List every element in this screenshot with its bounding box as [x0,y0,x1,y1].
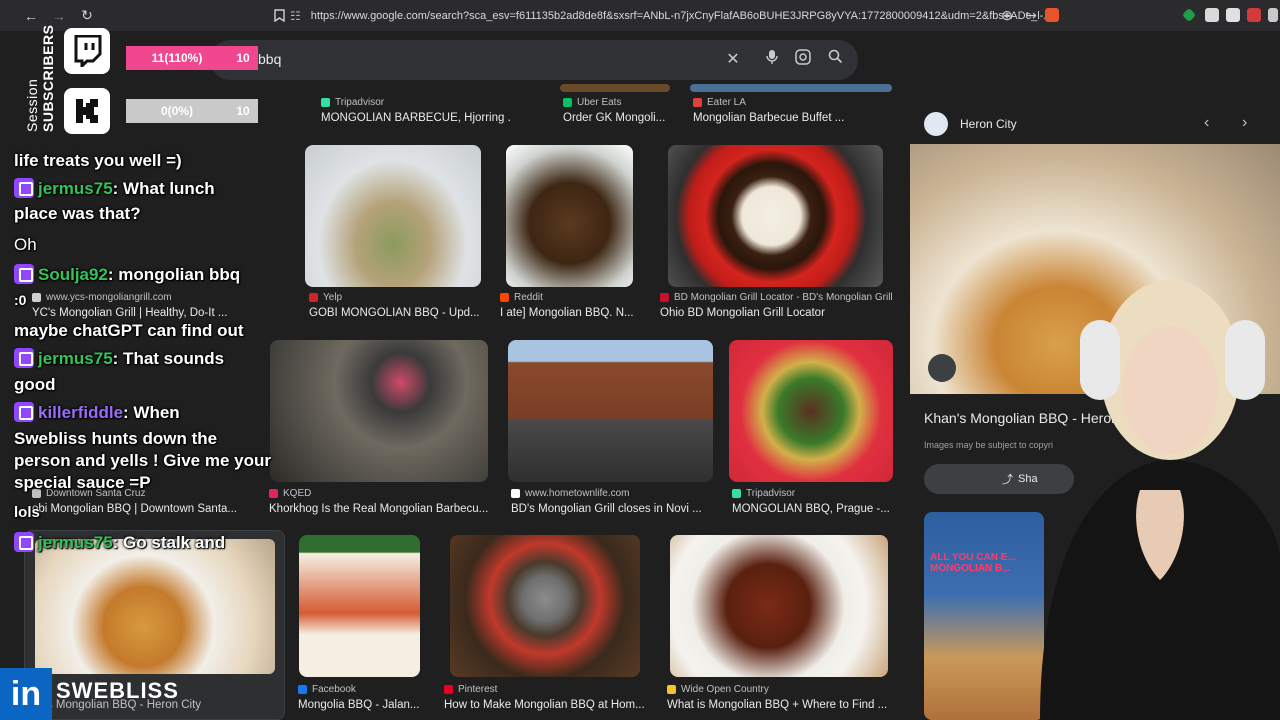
chat-message: life treats you well =) [14,151,182,170]
subscribers-label: SUBSCRIBERS [40,24,56,132]
result-caption[interactable]: GOBI MONGOLIAN BBQ - Upd... [309,307,481,319]
twitch-logo-icon [64,28,110,74]
result-image[interactable] [560,84,670,92]
extension-a-icon[interactable] [1205,8,1219,22]
bookmark-icon[interactable] [268,5,290,27]
clear-icon[interactable]: ✕ [722,49,744,71]
result-caption[interactable]: Ohio BD Mongolian Grill Locator [660,307,900,319]
result-image[interactable] [270,340,488,482]
result-source[interactable]: Facebook [298,684,356,695]
result-source[interactable]: Yelp [309,292,342,303]
result-source[interactable]: BD Mongolian Grill Locator - BD's Mongol… [660,292,893,303]
result-image[interactable] [690,84,892,92]
next-arrow-icon[interactable]: › [1242,114,1247,132]
result-image[interactable] [450,535,640,677]
subscriber-goal-count: 11(110%) [151,51,203,65]
result-caption[interactable]: obi Mongolian BBQ | Downtown Santa... [32,503,272,515]
lens-icon[interactable] [792,49,814,71]
chat-message: Oh [14,235,37,254]
result-image[interactable] [305,145,481,287]
result-image[interactable] [670,535,888,677]
result-caption[interactable]: MONGOLIAN BARBECUE, Hjorring ... [321,112,511,124]
back-icon[interactable]: ← [20,5,42,27]
linkedin-icon: in [0,668,52,720]
search-icon[interactable] [824,49,846,71]
microphone-icon[interactable] [761,49,783,71]
twitch-badge-icon [14,178,34,198]
twitch-badge-icon [14,532,34,552]
chat-message: special sauce =P [14,473,151,492]
subscriber-goal-target: 10 [236,51,250,65]
extension-grey-icon[interactable] [1226,8,1240,22]
result-caption[interactable]: Order GK Mongoli... [563,112,673,124]
webcam-overlay [1020,260,1280,720]
browser-toolbar: ← → ↻ ☷ https://www.google.com/search?sc… [0,0,1280,31]
previous-arrow-icon[interactable]: ‹ [1204,114,1209,132]
result-source[interactable]: www.ycs-mongoliangrill.com [32,292,172,303]
brave-shield-icon[interactable] [1045,8,1059,22]
address-bar[interactable]: ☷ https://www.google.com/search?sca_esv=… [290,5,1060,27]
chat-message: place was that? [14,204,141,223]
lens-search-icon[interactable] [928,354,956,382]
result-source[interactable]: Uber Eats [563,97,621,108]
result-source[interactable]: KQED [269,488,311,499]
session-goal-target: 10 [236,104,250,118]
result-caption[interactable]: BD's Mongolian Grill closes in Novi ... [511,503,711,515]
session-goal-bar: 0(0%) 10 [126,99,258,123]
chat-message: maybe chatGPT can find out [14,321,244,340]
result-caption[interactable]: Mongolia BBQ - Jalan... [298,699,428,711]
kick-logo-icon [64,88,110,134]
panel-site-name[interactable]: Heron City [960,117,1017,131]
result-caption[interactable]: Khorkhog Is the Real Mongolian Barbecu..… [269,503,489,515]
result-image[interactable] [299,535,420,677]
result-source[interactable]: Wide Open Country [667,684,769,695]
result-image[interactable] [508,340,713,482]
result-source[interactable]: www.hometownlife.com [511,488,629,499]
chat-message: killerfiddle: When [14,400,180,425]
session-goal-count: 0(0%) [160,104,193,118]
zoom-icon[interactable]: ⊕ [996,5,1018,27]
chat-message: Soulja92: mongolian bbq [14,262,240,287]
chat-message: :0 [14,292,27,308]
result-caption[interactable]: What is Mongolian BBQ + Where to Find ..… [667,699,892,711]
twitch-badge-icon [14,264,34,284]
chat-message: jermus75: Go stalk and [14,530,225,555]
streamer-handle: SWEBLISS [56,678,179,703]
share-icon: ⤴ [1002,474,1013,486]
chat-message: lols [14,504,40,521]
result-caption[interactable]: Mongolian Barbecue Buffet ... [693,112,853,124]
extension-red-icon[interactable] [1247,8,1261,22]
forward-icon[interactable]: → [48,5,70,27]
share-page-icon[interactable]: ↪ [1020,5,1042,27]
chat-message: jermus75: What lunch [14,176,215,201]
result-source[interactable]: Reddit [500,292,543,303]
result-image[interactable] [506,145,633,287]
site-logo-icon [924,112,948,136]
result-source[interactable]: Tripadvisor [321,97,384,108]
extension-green-icon[interactable] [1181,7,1197,23]
chat-message: good [14,375,56,394]
result-caption[interactable]: I ate] Mongolian BBQ. N... [500,307,638,319]
result-caption[interactable]: How to Make Mongolian BBQ at Hom... [444,699,649,711]
chat-message: jermus75: That sounds [14,346,224,371]
search-input[interactable]: bbq [258,51,281,67]
twitch-badge-icon [14,348,34,368]
reload-icon[interactable]: ↻ [76,5,98,27]
site-settings-icon[interactable]: ☷ [290,9,301,23]
result-source[interactable]: Eater LA [693,97,746,108]
search-box[interactable]: bbq ✕ [210,40,858,80]
result-caption[interactable]: MONGOLIAN BBQ, Prague -... [732,503,897,515]
result-image[interactable] [729,340,893,482]
result-source[interactable]: Tripadvisor [732,488,795,499]
url-text: https://www.google.com/search?sca_esv=f6… [310,10,1053,22]
session-label: Session [24,78,40,132]
twitch-badge-icon [14,402,34,422]
result-source[interactable]: Pinterest [444,684,497,695]
panel-header: Heron City [924,112,1017,136]
extension-dark-icon[interactable] [1268,8,1278,22]
result-image[interactable] [668,145,883,287]
subscriber-goal-bar: 11(110%) 10 [126,46,258,70]
